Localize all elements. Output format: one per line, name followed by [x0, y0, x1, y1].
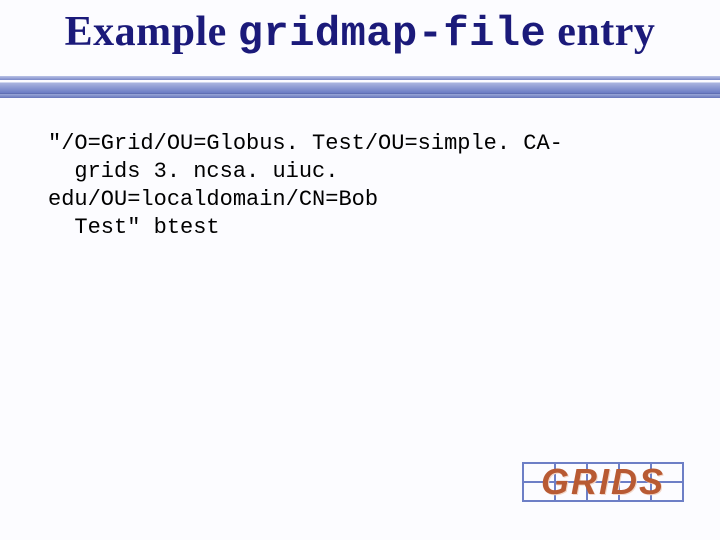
title-word-entry: entry — [546, 9, 655, 55]
grids-logo: GRIDS — [522, 456, 684, 508]
divider-bar-top — [0, 76, 720, 80]
divider-bar-bottom — [0, 94, 720, 98]
title-word-example: Example — [65, 9, 238, 55]
slide: Example gridmap-file entry "/O=Grid/OU=G… — [0, 0, 720, 540]
gridmap-entry-text: "/O=Grid/OU=Globus. Test/OU=simple. CA- … — [48, 130, 672, 243]
divider-bars — [0, 76, 720, 98]
slide-title: Example gridmap-file entry — [32, 10, 688, 56]
logo-text: GRIDS — [522, 456, 684, 508]
title-code: gridmap-file — [238, 10, 546, 58]
divider-bar-middle — [0, 82, 720, 94]
